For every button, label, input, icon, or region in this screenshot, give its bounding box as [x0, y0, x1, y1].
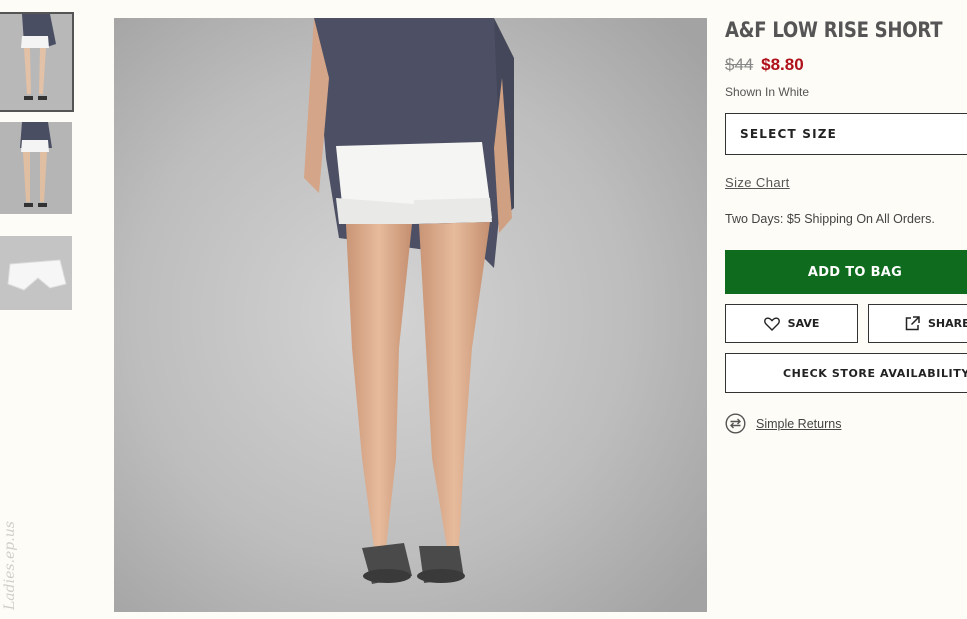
price-block: $44 $8.80: [725, 55, 967, 75]
simple-returns-link[interactable]: Simple Returns: [756, 417, 841, 431]
shipping-note: Two Days: $5 Shipping On All Orders.: [725, 212, 935, 226]
check-store-label: CHECK STORE AVAILABILITY: [783, 366, 967, 380]
check-store-availability-button[interactable]: CHECK STORE AVAILABILITY: [725, 353, 967, 393]
simple-returns: Simple Returns: [725, 413, 967, 434]
save-label: SAVE: [787, 317, 820, 330]
heart-icon: [763, 316, 780, 331]
exchange-arrows-icon: [725, 413, 746, 434]
size-select[interactable]: SELECT SIZE: [725, 113, 967, 155]
thumbnail-flat[interactable]: [0, 236, 72, 310]
save-share-row: SAVE SHARE: [725, 304, 967, 343]
share-button[interactable]: SHARE: [868, 304, 967, 343]
thumbnail-front-selected[interactable]: [0, 12, 74, 112]
sale-price: $8.80: [761, 55, 804, 74]
watermark-text: Ladies.ep.us: [2, 521, 18, 610]
product-info-panel: A&F LOW RISE SHORT $44 $8.80 Shown In Wh…: [725, 18, 967, 434]
add-to-bag-label: ADD TO BAG: [807, 264, 903, 280]
color-note: Shown In White: [725, 85, 810, 99]
product-page: Ladies.ep.us A&F LOW RISE SHORT $44 $8.8…: [0, 0, 967, 619]
external-share-icon: [905, 316, 920, 331]
thumbnail-back[interactable]: [0, 122, 72, 214]
size-chart-link[interactable]: Size Chart: [725, 175, 790, 190]
product-title: A&F LOW RISE SHORT: [725, 18, 943, 42]
product-main-image[interactable]: [114, 18, 707, 612]
save-button[interactable]: SAVE: [725, 304, 858, 343]
size-select-label: SELECT SIZE: [740, 127, 838, 141]
original-price: $44: [725, 55, 754, 74]
share-label: SHARE: [928, 317, 967, 330]
add-to-bag-button[interactable]: ADD TO BAG: [725, 250, 967, 294]
